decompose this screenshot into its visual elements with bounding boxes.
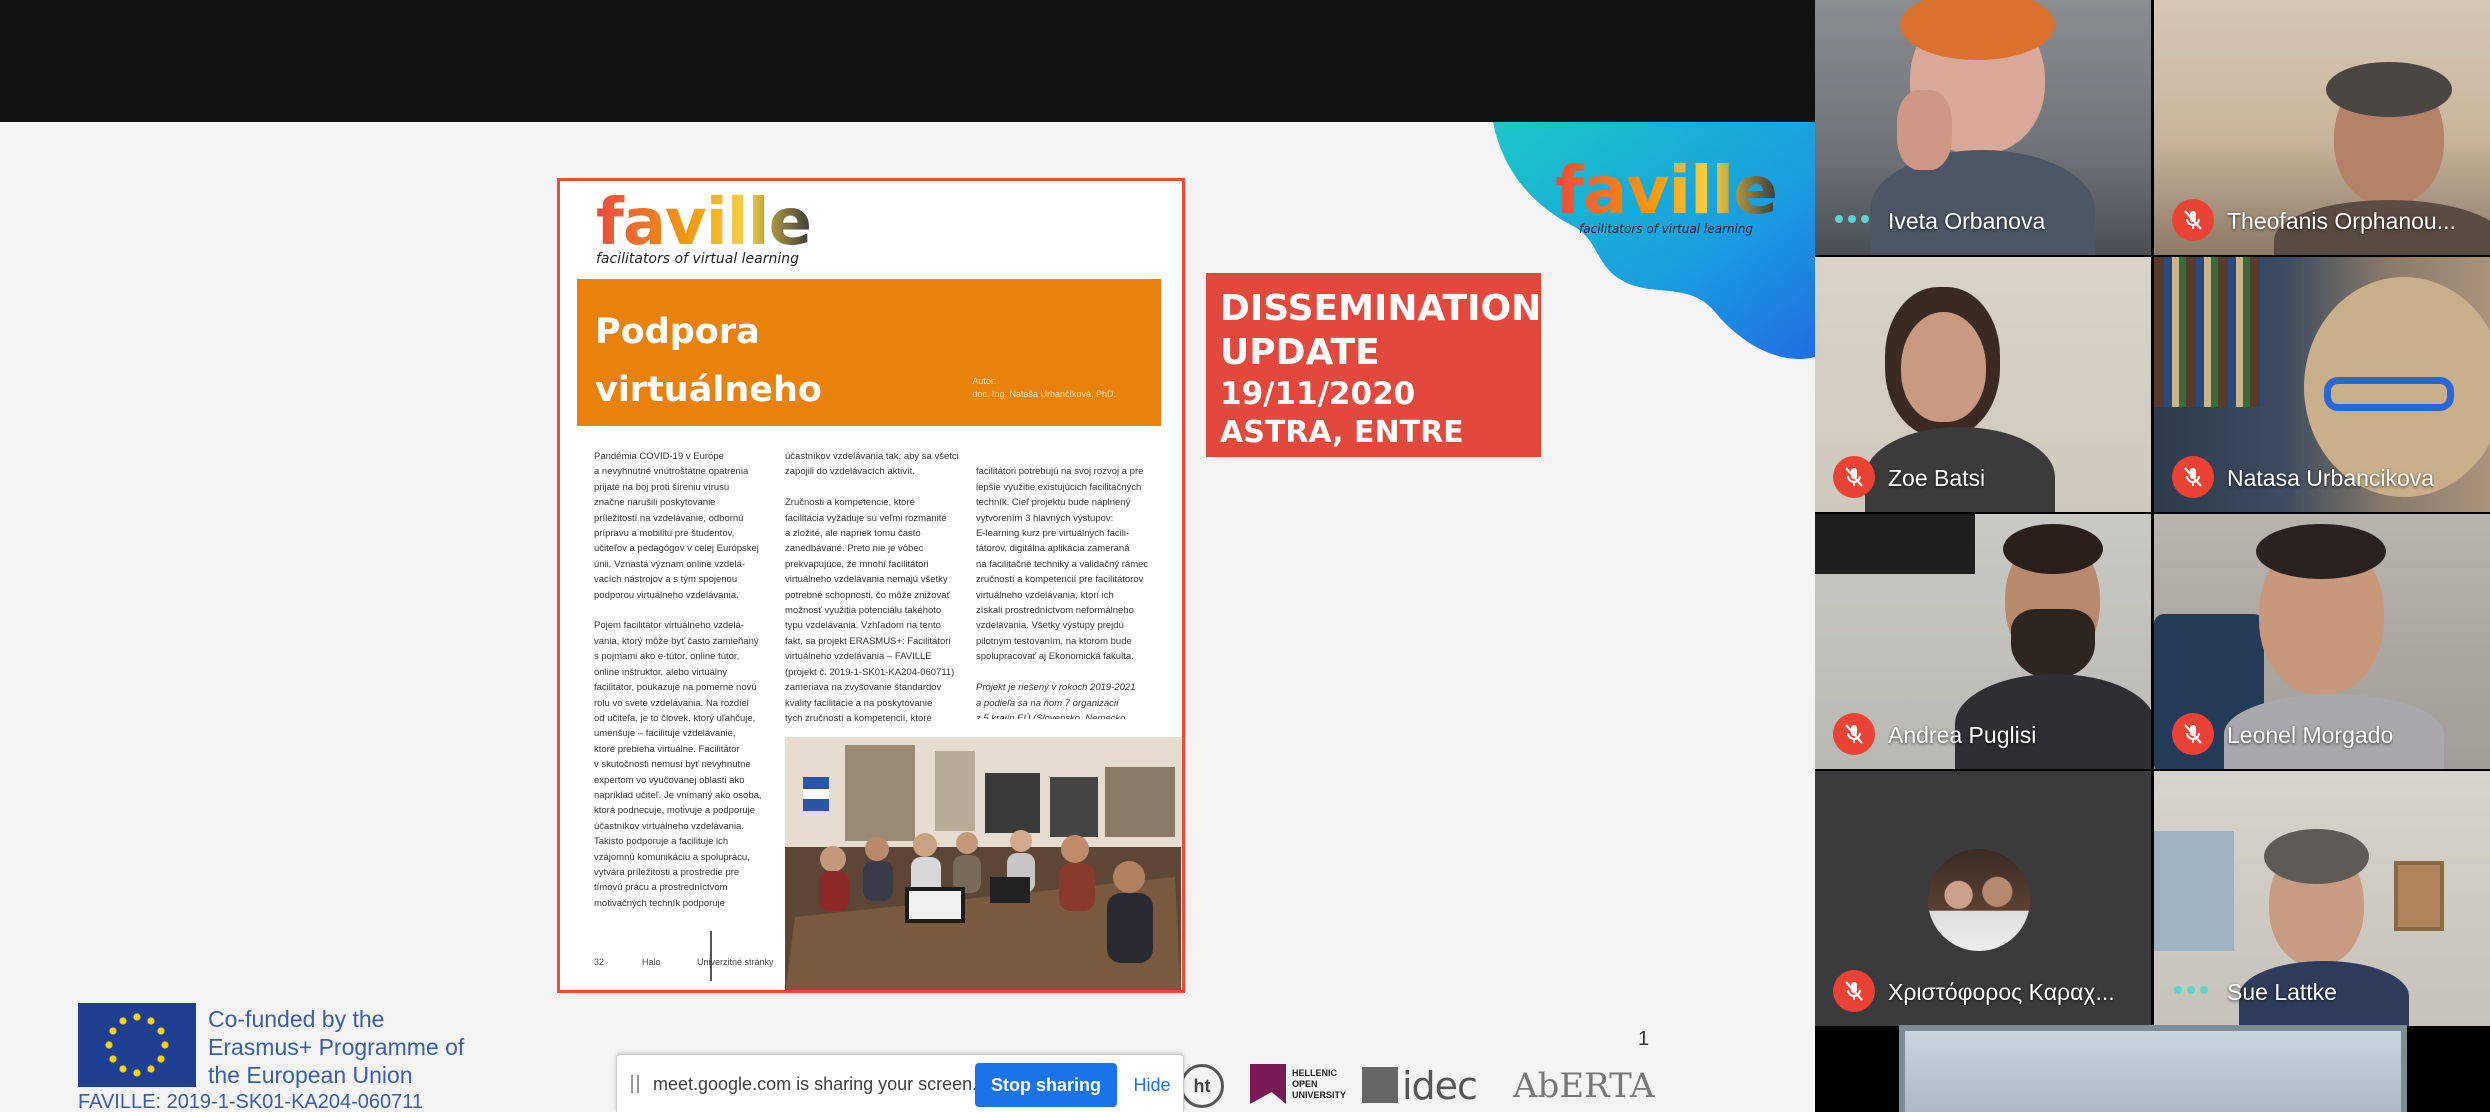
article-footer: 32 Halo bbox=[594, 931, 784, 981]
participant-tile[interactable]: Leonel Morgado bbox=[2154, 514, 2490, 769]
hou-mark-icon bbox=[1250, 1064, 1286, 1104]
screen-share-bar: meet.google.com is sharing your screen. … bbox=[616, 1054, 1184, 1112]
partner-logos: ht HELLENIC OPEN UNIVERSITY idec AbERTA bbox=[1180, 1060, 1680, 1112]
dissemination-box: DISSEMINATION UPDATE 19/11/2020 ASTRA, E… bbox=[1206, 273, 1541, 457]
participant-name: Χριστόφορος Καραχ... bbox=[1888, 979, 2115, 1005]
partner-logo-idec: idec bbox=[1362, 1064, 1478, 1108]
dissemination-title: DISSEMINATION bbox=[1220, 288, 1542, 329]
participant-tile[interactable]: Theofanis Orphanou... bbox=[2154, 0, 2490, 255]
article-column-3: facilitátori potrebujú na svoj rozvoj a … bbox=[976, 449, 1166, 719]
article-column-3-italic: Projekt je riešený v rokoch 2019-2021 a … bbox=[976, 682, 1136, 719]
article-page: faville facilitators of virtual learning… bbox=[557, 178, 1185, 993]
drag-handle-icon[interactable] bbox=[631, 1075, 639, 1093]
eu-funding-block: Co-funded by the Erasmus+ Programme of t… bbox=[78, 1003, 478, 1112]
stop-sharing-button[interactable]: Stop sharing bbox=[975, 1063, 1117, 1107]
participant-tile[interactable]: Zoe Batsi bbox=[1815, 257, 2151, 512]
article-banner: Podpora virtuálneho vzdelávania Autor: d… bbox=[577, 279, 1161, 468]
participant-tile[interactable]: Natasa Urbancikova bbox=[2154, 257, 2490, 512]
participant-tile[interactable]: Sue Lattke bbox=[2154, 771, 2490, 1026]
article-footer-page: 32 bbox=[594, 957, 605, 967]
article-footer-divider bbox=[710, 931, 712, 981]
slide-logo-text: faville bbox=[1555, 152, 1778, 229]
dissemination-date: 19/11/2020 bbox=[1220, 376, 1416, 412]
article-logo-text: faville bbox=[596, 186, 812, 260]
partner-logo-hou-text: HELLENIC OPEN UNIVERSITY bbox=[1292, 1068, 1347, 1100]
slide-logo-sub: facilitators of virtual learning bbox=[1579, 222, 1754, 236]
muted-mic-icon bbox=[2172, 713, 2214, 755]
participant-tile[interactable]: Iveta Orbanova bbox=[1815, 0, 2151, 255]
participant-name: Theofanis Orphanou... bbox=[2227, 208, 2456, 234]
participant-name: Natasa Urbancikova bbox=[2227, 465, 2435, 491]
muted-mic-icon bbox=[2172, 199, 2214, 241]
idec-mark-icon bbox=[1362, 1067, 1398, 1103]
self-view-strip[interactable] bbox=[1899, 1025, 2407, 1112]
eu-project-code: FAVILLE: 2019-1-SK01-KA204-060711 bbox=[78, 1091, 424, 1112]
participant-name: Iveta Orbanova bbox=[1888, 208, 2046, 234]
article-column-2: účastníkov vzdelávania tak, aby sa všetc… bbox=[785, 451, 959, 724]
partner-logo-hou: HELLENIC OPEN UNIVERSITY bbox=[1250, 1064, 1350, 1108]
dissemination-subtitle: UPDATE bbox=[1220, 332, 1380, 373]
partner-logo-idec-text: idec bbox=[1402, 1064, 1478, 1108]
meeting-photo-illustration bbox=[785, 737, 1181, 990]
muted-mic-icon bbox=[1833, 713, 1875, 755]
participants-grid: Iveta Orbanova Theofanis Orphanou... Zoe… bbox=[1815, 0, 2490, 1112]
meet-window: faville facilitators of virtual learning… bbox=[0, 0, 2490, 1112]
article-logo-sub: facilitators of virtual learning bbox=[596, 251, 800, 267]
muted-mic-icon bbox=[1833, 456, 1875, 498]
participant-tile[interactable]: Χριστόφορος Καραχ... bbox=[1815, 771, 2151, 1026]
dissemination-partners: ASTRA, ENTRE bbox=[1220, 415, 1464, 450]
article-column-1: Pandémia COVID-19 v Európe a nevyhnutné … bbox=[594, 451, 762, 909]
participant-name: Leonel Morgado bbox=[2227, 722, 2394, 748]
article-photo bbox=[785, 737, 1181, 990]
participant-name: Sue Lattke bbox=[2227, 979, 2337, 1005]
shared-slide: faville facilitators of virtual learning… bbox=[0, 122, 1815, 1112]
muted-mic-icon bbox=[1833, 970, 1875, 1012]
hide-button[interactable]: Hide bbox=[1127, 1063, 1177, 1107]
top-bar bbox=[0, 0, 1815, 122]
article-logo: faville facilitators of virtual learning bbox=[596, 186, 812, 267]
partner-logo-aberta: AbERTA bbox=[1513, 1066, 1655, 1106]
participant-name: Andrea Puglisi bbox=[1888, 722, 2037, 748]
participant-name: Zoe Batsi bbox=[1888, 465, 1986, 491]
eu-flag-icon bbox=[78, 1003, 196, 1087]
speaking-indicator-icon bbox=[2174, 986, 2212, 996]
share-message: meet.google.com is sharing your screen. bbox=[653, 1074, 978, 1094]
article-footer-section: Halo bbox=[642, 957, 661, 967]
speaking-indicator-icon bbox=[1835, 215, 1873, 225]
slide-page-number: 1 bbox=[1638, 1028, 1650, 1050]
article-column-3-text: facilitátori potrebujú na svoj rozvoj a … bbox=[976, 466, 1149, 663]
article-author: Autor: doc. Ing. Nataša Urbančíková, PhD… bbox=[972, 376, 1116, 399]
article-footer-label: Univerzitné stránky bbox=[697, 957, 774, 967]
participant-tile[interactable]: Andrea Puglisi bbox=[1815, 514, 2151, 769]
slide-logo: faville facilitators of virtual learning bbox=[1555, 152, 1778, 237]
avatar bbox=[1928, 849, 2030, 951]
muted-mic-icon bbox=[2172, 456, 2214, 498]
partner-logo-ht: ht bbox=[1180, 1064, 1224, 1108]
eu-cofunded-text: Co-funded by the Erasmus+ Programme of t… bbox=[208, 1006, 465, 1088]
